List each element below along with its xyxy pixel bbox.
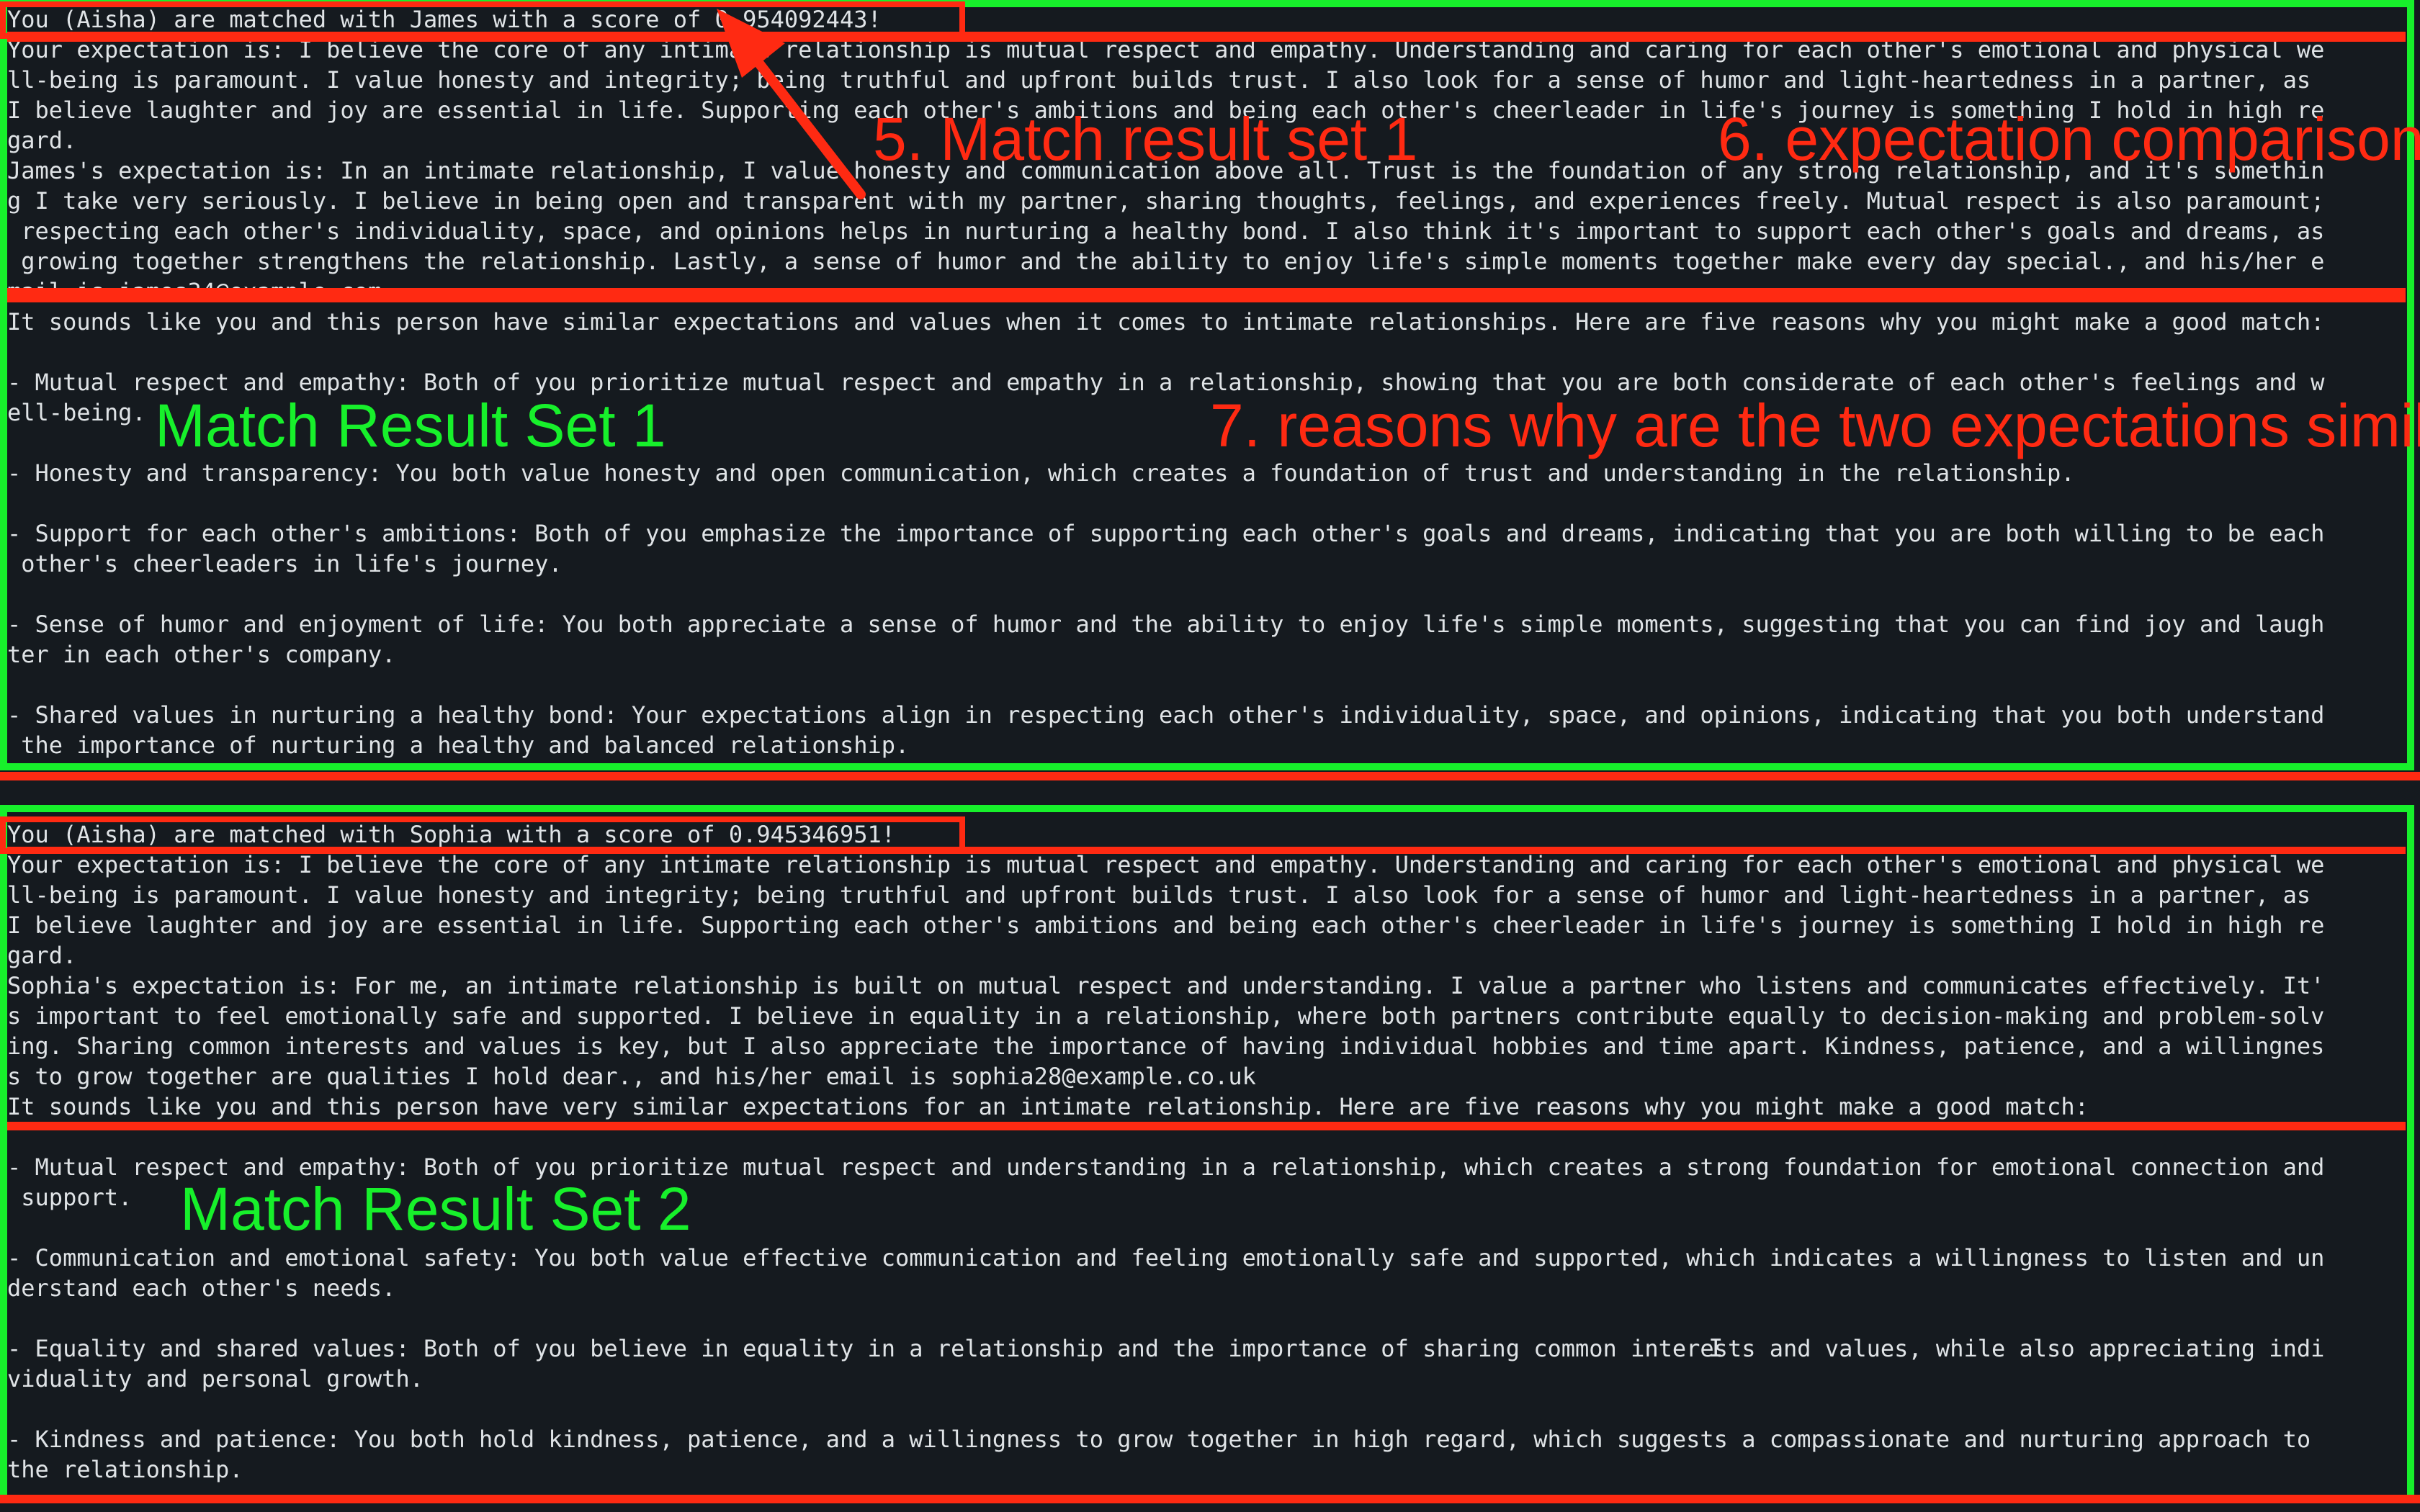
red-arrow-icon — [717, 9, 866, 199]
terminal-window[interactable]: You (Aisha) are matched with James with … — [0, 0, 2420, 1512]
